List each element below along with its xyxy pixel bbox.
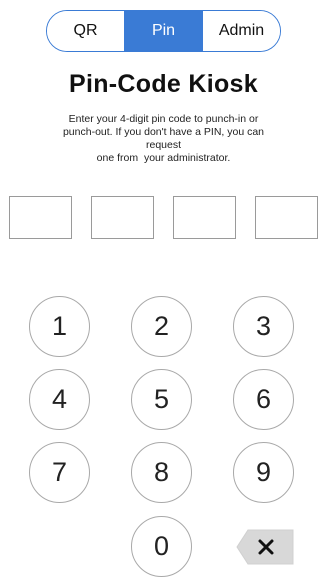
key-5-button[interactable]: 5 [131,369,192,430]
key-0-button[interactable]: 0 [131,516,192,577]
instructions-line-3: one from your administrator. [96,152,231,164]
backspace-button[interactable] [236,529,294,565]
tab-qr[interactable]: QR [47,11,124,51]
pin-digit-4[interactable] [255,196,318,239]
pin-digit-3[interactable] [173,196,236,239]
page-title: Pin-Code Kiosk [69,70,258,98]
instructions-line-1: Enter your 4-digit pin code to punch-in … [68,113,259,125]
key-7-button[interactable]: 7 [29,442,90,503]
tab-admin[interactable]: Admin [202,11,280,51]
backspace-icon [236,529,294,565]
pin-digit-1[interactable] [9,196,72,239]
instructions-text: Enter your 4-digit pin code to punch-in … [48,113,279,165]
key-4-button[interactable]: 4 [29,369,90,430]
key-8-button[interactable]: 8 [131,442,192,503]
key-6-button[interactable]: 6 [233,369,294,430]
mode-segmented-control: QR Pin Admin [46,10,281,52]
instructions-line-2: punch-out. If you don't have a PIN, you … [62,126,265,151]
pin-digit-2[interactable] [91,196,154,239]
key-3-button[interactable]: 3 [233,296,294,357]
key-2-button[interactable]: 2 [131,296,192,357]
tab-pin[interactable]: Pin [124,11,202,51]
key-9-button[interactable]: 9 [233,442,294,503]
key-1-button[interactable]: 1 [29,296,90,357]
